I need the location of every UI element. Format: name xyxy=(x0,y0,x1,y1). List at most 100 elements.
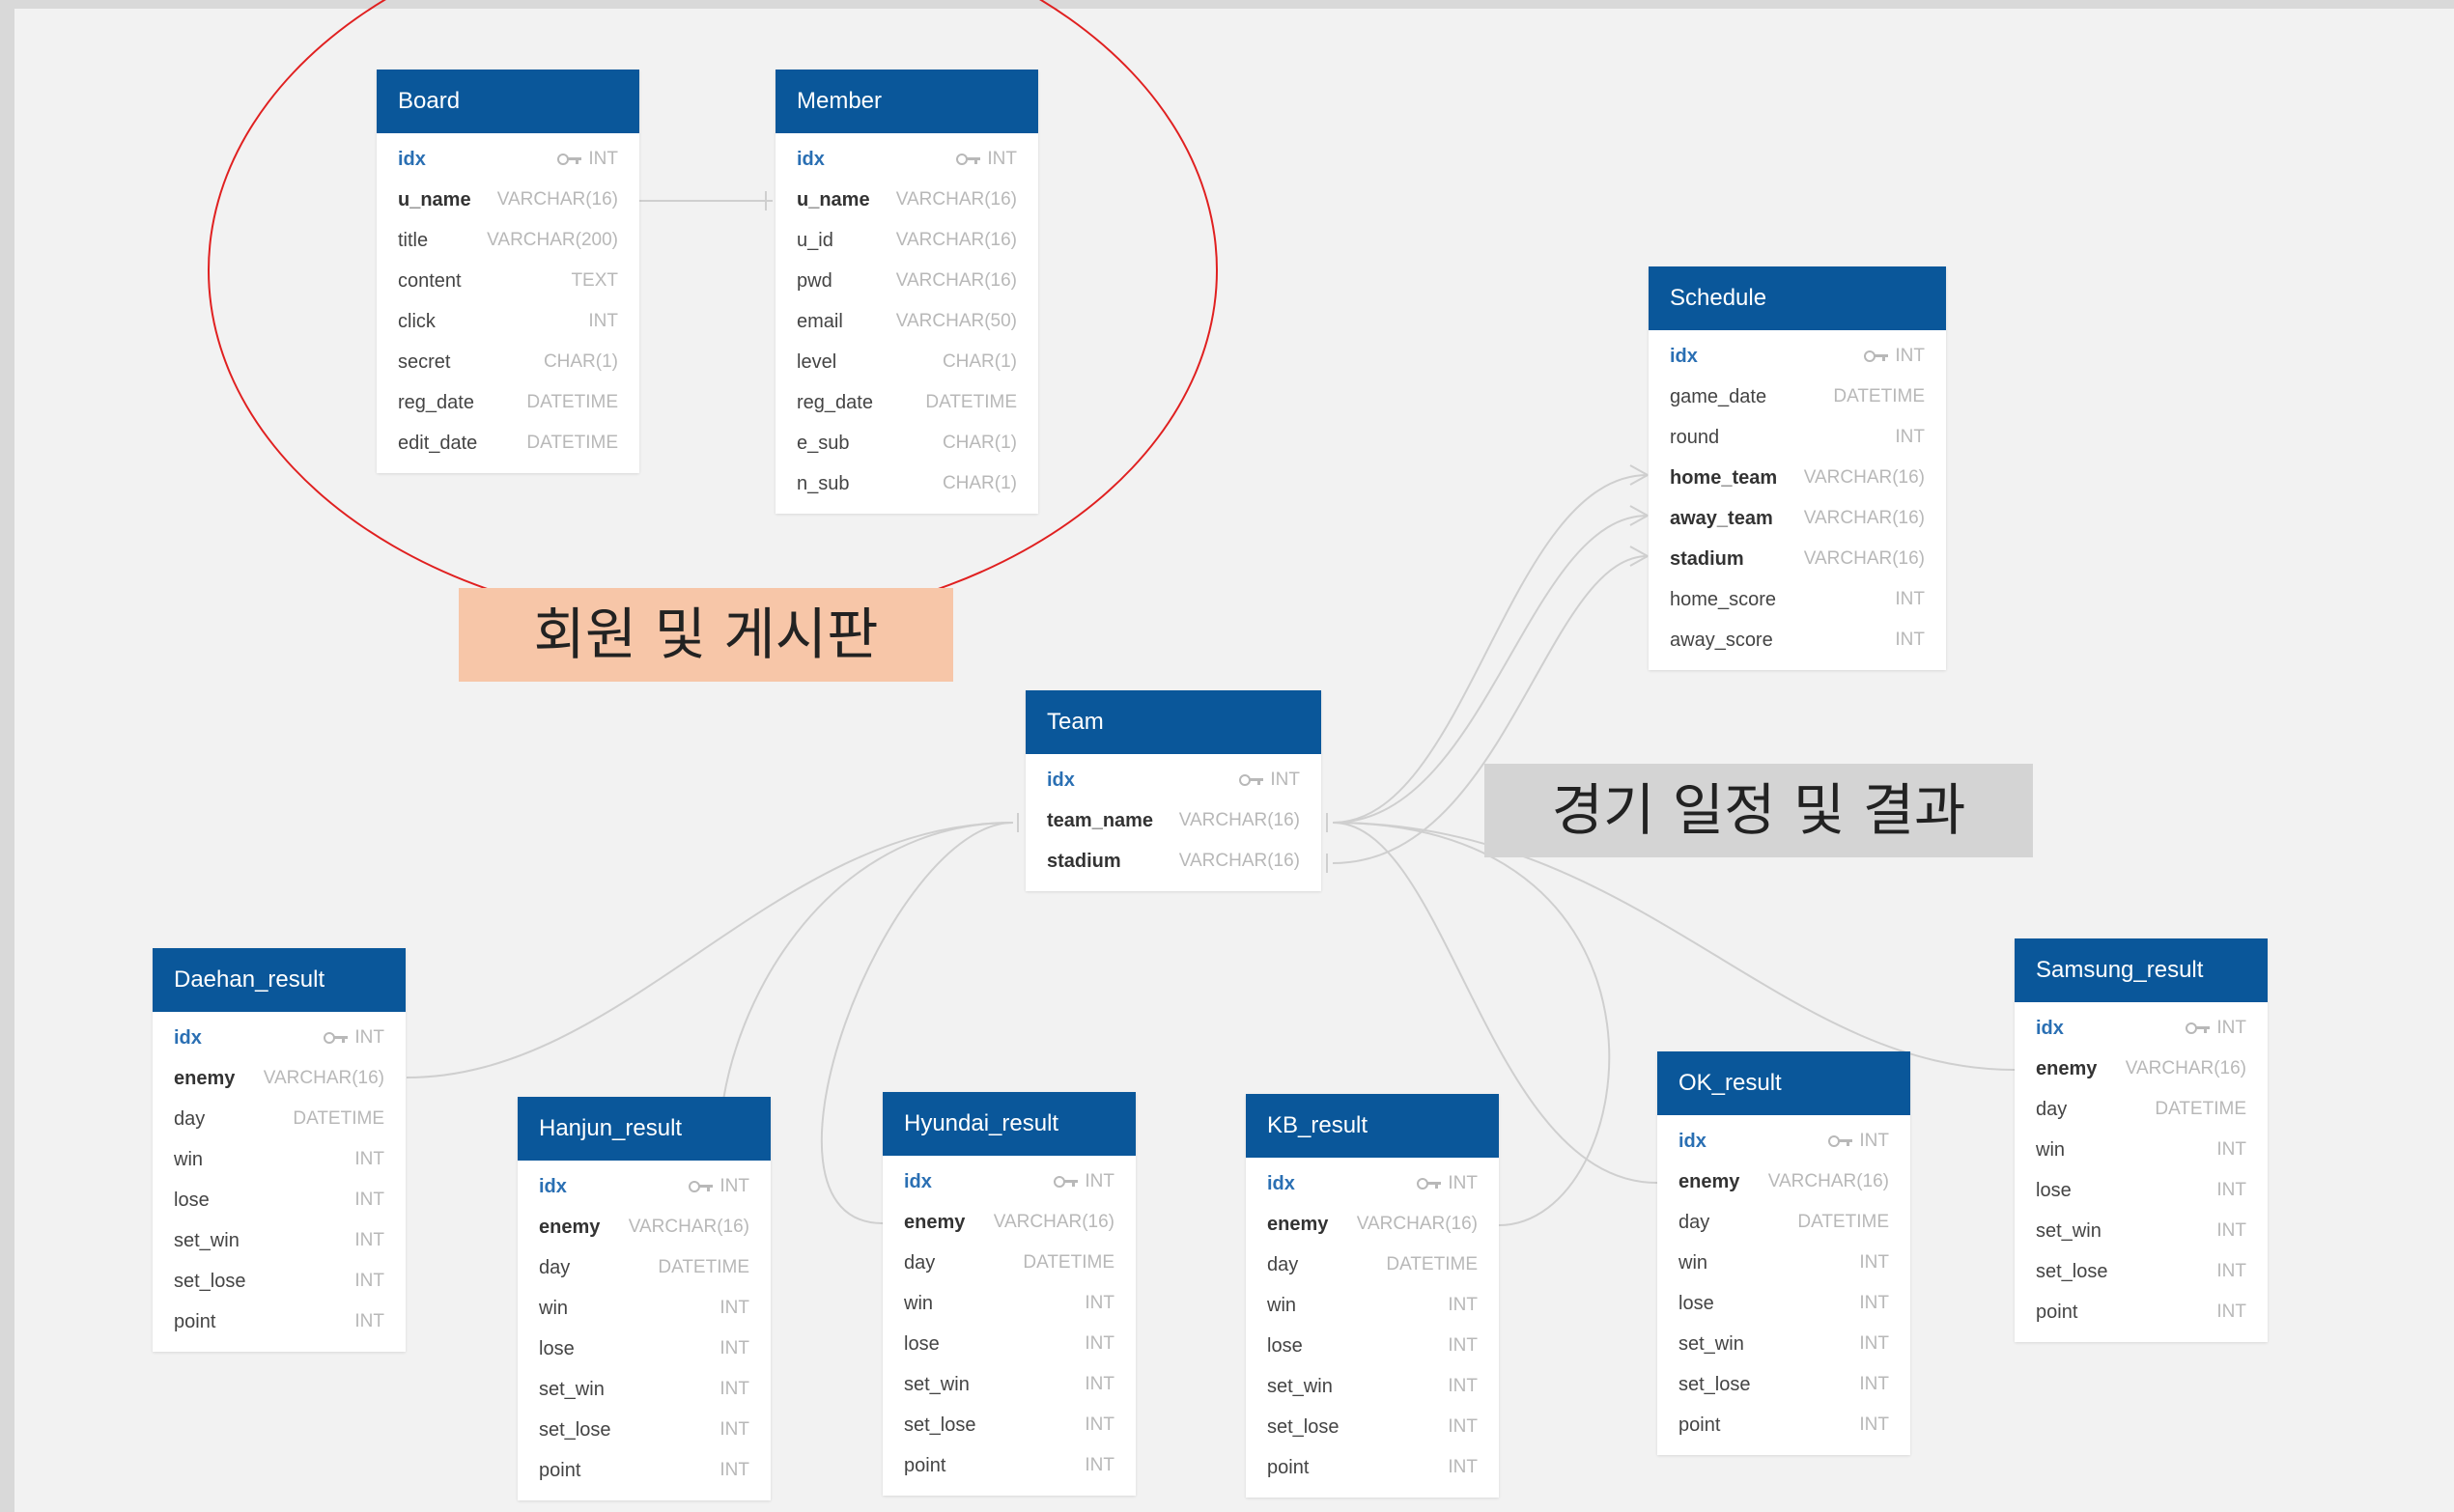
field-row[interactable]: away_team VARCHAR(16) xyxy=(1649,498,1946,539)
table-board[interactable]: Board idx INT u_name VARCHAR(16) title VARCHAR… xyxy=(377,70,639,473)
field-type: INT xyxy=(719,1379,749,1400)
field-row[interactable]: home_score INT xyxy=(1649,579,1946,620)
field-row[interactable]: idx INT xyxy=(776,139,1038,180)
field-row[interactable]: enemy VARCHAR(16) xyxy=(153,1058,406,1099)
field-row[interactable]: win INT xyxy=(2015,1130,2268,1170)
field-row[interactable]: set_lose INT xyxy=(2015,1251,2268,1292)
field-row[interactable]: level CHAR(1) xyxy=(776,342,1038,382)
field-row[interactable]: set_win INT xyxy=(1657,1324,1910,1364)
field-row[interactable]: set_win INT xyxy=(883,1364,1136,1405)
field-row[interactable]: win INT xyxy=(518,1288,771,1329)
field-row[interactable]: lose INT xyxy=(1657,1283,1910,1324)
field-row[interactable]: set_win INT xyxy=(2015,1211,2268,1251)
field-row[interactable]: set_lose INT xyxy=(153,1261,406,1302)
field-row[interactable]: win INT xyxy=(883,1283,1136,1324)
field-type: INT xyxy=(354,1311,384,1332)
field-row[interactable]: lose INT xyxy=(2015,1170,2268,1211)
field-type-value: INT xyxy=(1895,427,1925,447)
field-row[interactable]: set_win INT xyxy=(1246,1366,1499,1407)
field-row[interactable]: lose INT xyxy=(518,1329,771,1369)
field-row[interactable]: day DATETIME xyxy=(2015,1089,2268,1130)
field-row[interactable]: idx INT xyxy=(2015,1008,2268,1049)
table-hyundai-result[interactable]: Hyundai_result idx INT enemy VARCHAR(16) day D… xyxy=(883,1092,1136,1496)
table-schedule[interactable]: Schedule idx INT game_date DATETIME round INT h… xyxy=(1649,266,1946,670)
field-row[interactable]: team_name VARCHAR(16) xyxy=(1026,800,1321,841)
field-row[interactable]: set_lose INT xyxy=(883,1405,1136,1445)
field-row[interactable]: day DATETIME xyxy=(1657,1202,1910,1243)
field-row[interactable]: idx INT xyxy=(1649,336,1946,377)
field-row[interactable]: idx INT xyxy=(518,1166,771,1207)
field-row[interactable]: idx INT xyxy=(1026,760,1321,800)
field-name: point xyxy=(1678,1414,1721,1436)
field-row[interactable]: lose INT xyxy=(1246,1326,1499,1366)
field-row[interactable]: enemy VARCHAR(16) xyxy=(1657,1162,1910,1202)
field-row[interactable]: stadium VARCHAR(16) xyxy=(1649,539,1946,579)
table-hanjun-result[interactable]: Hanjun_result idx INT enemy VARCHAR(16) day DA… xyxy=(518,1097,771,1500)
field-type-value: VARCHAR(50) xyxy=(895,311,1017,331)
field-type-value: INT xyxy=(719,1298,749,1318)
field-row[interactable]: win INT xyxy=(1657,1243,1910,1283)
field-row[interactable]: point INT xyxy=(883,1445,1136,1486)
table-member[interactable]: Member idx INT u_name VARCHAR(16) u_id VARCHAR… xyxy=(776,70,1038,514)
field-row[interactable]: lose INT xyxy=(153,1180,406,1220)
field-row[interactable]: away_score INT xyxy=(1649,620,1946,660)
field-row[interactable]: n_sub CHAR(1) xyxy=(776,463,1038,504)
field-row[interactable]: point INT xyxy=(2015,1292,2268,1332)
field-row[interactable]: secret CHAR(1) xyxy=(377,342,639,382)
table-daehan-result[interactable]: Daehan_result idx INT enemy VARCHAR(16) day DA… xyxy=(153,948,406,1352)
field-row[interactable]: idx INT xyxy=(153,1018,406,1058)
field-row[interactable]: edit_date DATETIME xyxy=(377,423,639,463)
field-type: INT xyxy=(354,1190,384,1211)
field-row[interactable]: set_lose INT xyxy=(518,1410,771,1450)
field-row[interactable]: enemy VARCHAR(16) xyxy=(518,1207,771,1247)
field-row[interactable]: set_lose INT xyxy=(1246,1407,1499,1447)
table-ok-result[interactable]: OK_result idx INT enemy VARCHAR(16) day DATETI… xyxy=(1657,1051,1910,1455)
table-kb-result[interactable]: KB_result idx INT enemy VARCHAR(16) day DATETI… xyxy=(1246,1094,1499,1498)
primary-key-icon xyxy=(1828,1135,1853,1147)
field-row[interactable]: game_date DATETIME xyxy=(1649,377,1946,417)
field-row[interactable]: u_id VARCHAR(16) xyxy=(776,220,1038,261)
field-row[interactable]: email VARCHAR(50) xyxy=(776,301,1038,342)
field-row[interactable]: idx INT xyxy=(1246,1163,1499,1204)
field-row[interactable]: day DATETIME xyxy=(518,1247,771,1288)
field-type-value: INT xyxy=(719,1338,749,1358)
field-row[interactable]: u_name VARCHAR(16) xyxy=(377,180,639,220)
field-row[interactable]: e_sub CHAR(1) xyxy=(776,423,1038,463)
field-row[interactable]: pwd VARCHAR(16) xyxy=(776,261,1038,301)
field-type-value: DATETIME xyxy=(1833,386,1925,406)
field-row[interactable]: point INT xyxy=(1246,1447,1499,1488)
field-row[interactable]: lose INT xyxy=(883,1324,1136,1364)
table-team[interactable]: Team idx INT team_name VARCHAR(16) stadium VAR… xyxy=(1026,690,1321,891)
field-row[interactable]: idx INT xyxy=(377,139,639,180)
field-row[interactable]: day DATETIME xyxy=(153,1099,406,1139)
field-row[interactable]: reg_date DATETIME xyxy=(776,382,1038,423)
field-type-value: DATETIME xyxy=(526,433,618,453)
field-row[interactable]: home_team VARCHAR(16) xyxy=(1649,458,1946,498)
field-row[interactable]: set_win INT xyxy=(153,1220,406,1261)
field-row[interactable]: point INT xyxy=(518,1450,771,1491)
field-row[interactable]: stadium VARCHAR(16) xyxy=(1026,841,1321,882)
field-row[interactable]: u_name VARCHAR(16) xyxy=(776,180,1038,220)
field-row[interactable]: win INT xyxy=(153,1139,406,1180)
field-row[interactable]: point INT xyxy=(153,1302,406,1342)
field-row[interactable]: click INT xyxy=(377,301,639,342)
field-row[interactable]: round INT xyxy=(1649,417,1946,458)
field-row[interactable]: point INT xyxy=(1657,1405,1910,1445)
field-row[interactable]: content TEXT xyxy=(377,261,639,301)
field-row[interactable]: enemy VARCHAR(16) xyxy=(883,1202,1136,1243)
table-samsung-result[interactable]: Samsung_result idx INT enemy VARCHAR(16) day D… xyxy=(2015,938,2268,1342)
field-row[interactable]: day DATETIME xyxy=(1246,1245,1499,1285)
field-row[interactable]: idx INT xyxy=(1657,1121,1910,1162)
field-type-value: VARCHAR(16) xyxy=(1803,548,1925,569)
field-row[interactable]: idx INT xyxy=(883,1162,1136,1202)
field-row[interactable]: set_win INT xyxy=(518,1369,771,1410)
field-row[interactable]: win INT xyxy=(1246,1285,1499,1326)
field-row[interactable]: reg_date DATETIME xyxy=(377,382,639,423)
link-team-samsung xyxy=(1332,822,2016,1071)
field-row[interactable]: enemy VARCHAR(16) xyxy=(1246,1204,1499,1245)
field-row[interactable]: title VARCHAR(200) xyxy=(377,220,639,261)
field-name: enemy xyxy=(1267,1213,1329,1235)
field-row[interactable]: day DATETIME xyxy=(883,1243,1136,1283)
field-row[interactable]: set_lose INT xyxy=(1657,1364,1910,1405)
field-row[interactable]: enemy VARCHAR(16) xyxy=(2015,1049,2268,1089)
